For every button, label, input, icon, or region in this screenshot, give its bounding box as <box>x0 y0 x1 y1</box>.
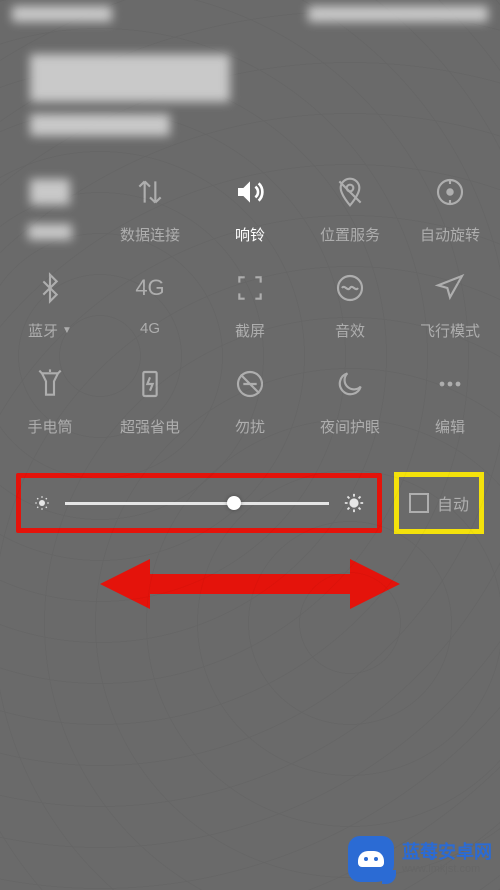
wifi-label <box>28 224 72 240</box>
status-left-blurred <box>12 6 112 22</box>
brightness-slider[interactable] <box>65 502 329 505</box>
date-blurred <box>30 114 170 136</box>
time-blurred <box>30 54 230 102</box>
brightness-thumb[interactable] <box>227 496 241 510</box>
watermark-title: 蓝莓安卓网 <box>402 843 492 863</box>
watermark-icon <box>348 836 394 882</box>
watermark-url: www.lmkjst.com <box>402 863 492 875</box>
watermark: 蓝莓安卓网 www.lmkjst.com <box>348 836 492 882</box>
status-right-blurred <box>308 6 488 22</box>
